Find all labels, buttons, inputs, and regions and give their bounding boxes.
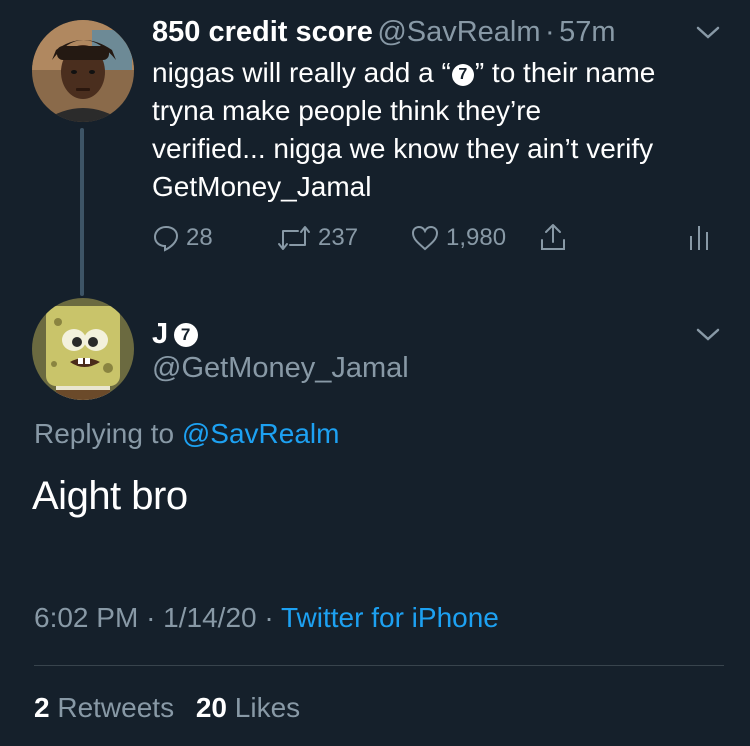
like-count: 1,980 <box>446 224 507 251</box>
replying-handle-link[interactable]: @SavRealm <box>182 418 340 449</box>
heart-icon <box>411 225 439 251</box>
body-line: GetMoney_Jamal <box>152 171 372 202</box>
chevron-down-icon[interactable] <box>694 22 722 47</box>
reply-count: 28 <box>186 224 213 251</box>
replying-to: Replying to @SavRealm <box>34 418 339 450</box>
number-seven-emoji: 7 <box>451 64 474 86</box>
tweet1-header: 850 credit score @SavRealm · 57m <box>152 16 616 49</box>
author-name[interactable]: J <box>152 318 168 350</box>
author-handle[interactable]: @GetMoney_Jamal <box>152 352 409 385</box>
source-link[interactable]: Twitter for iPhone <box>281 602 499 633</box>
retweet-icon <box>278 226 310 250</box>
getmoney-jamal-avatar[interactable] <box>32 298 134 400</box>
chevron-down-icon[interactable] <box>694 324 722 349</box>
body-line: tryna make people think they’re <box>152 95 542 126</box>
body-line: verified... nigga we know they ain’t ver… <box>152 133 654 164</box>
divider <box>34 665 724 666</box>
separator: · <box>264 602 274 633</box>
retweet-button[interactable]: 237 <box>276 224 358 252</box>
author-name[interactable]: 850 credit score <box>152 16 373 48</box>
number-seven-emoji: 7 <box>173 323 198 347</box>
author-handle[interactable]: @SavRealm <box>377 16 540 48</box>
post-time: 6:02 PM <box>34 602 139 633</box>
reply-button[interactable]: 28 <box>152 224 213 252</box>
retweets-stat[interactable]: 2 Retweets <box>34 692 182 723</box>
text-part: niggas will really add a “ <box>152 57 451 88</box>
thread-line <box>80 128 84 296</box>
likes-stat[interactable]: 20 Likes <box>196 692 300 723</box>
retweets-label: Retweets <box>57 692 175 723</box>
share-icon[interactable] <box>538 222 568 257</box>
text-part: ” to their name <box>474 57 656 88</box>
reply-icon <box>153 225 179 252</box>
savrealm-avatar[interactable] <box>32 20 134 122</box>
separator: · <box>544 16 555 48</box>
likes-label: Likes <box>234 692 301 723</box>
engagement-stats: 2 Retweets 20 Likes <box>34 692 300 724</box>
tweet-time[interactable]: 57m <box>559 16 615 48</box>
timestamp-line: 6:02 PM · 1/14/20 · Twitter for iPhone <box>34 602 499 634</box>
reply-text: Aight bro <box>32 474 188 518</box>
tweet2-header: J 7 <box>152 318 199 351</box>
separator: · <box>146 602 156 633</box>
body-line: niggas will really add a “7” to their na… <box>152 54 655 92</box>
replying-label: Replying to <box>34 418 175 449</box>
retweet-count: 237 <box>318 224 359 251</box>
like-button[interactable]: 1,980 <box>410 224 506 252</box>
analytics-icon[interactable] <box>688 222 712 257</box>
tweet1-body: niggas will really add a “7” to their na… <box>152 54 655 206</box>
post-date: 1/14/20 <box>163 602 257 633</box>
retweets-count: 2 <box>34 692 50 723</box>
likes-count: 20 <box>195 692 228 723</box>
